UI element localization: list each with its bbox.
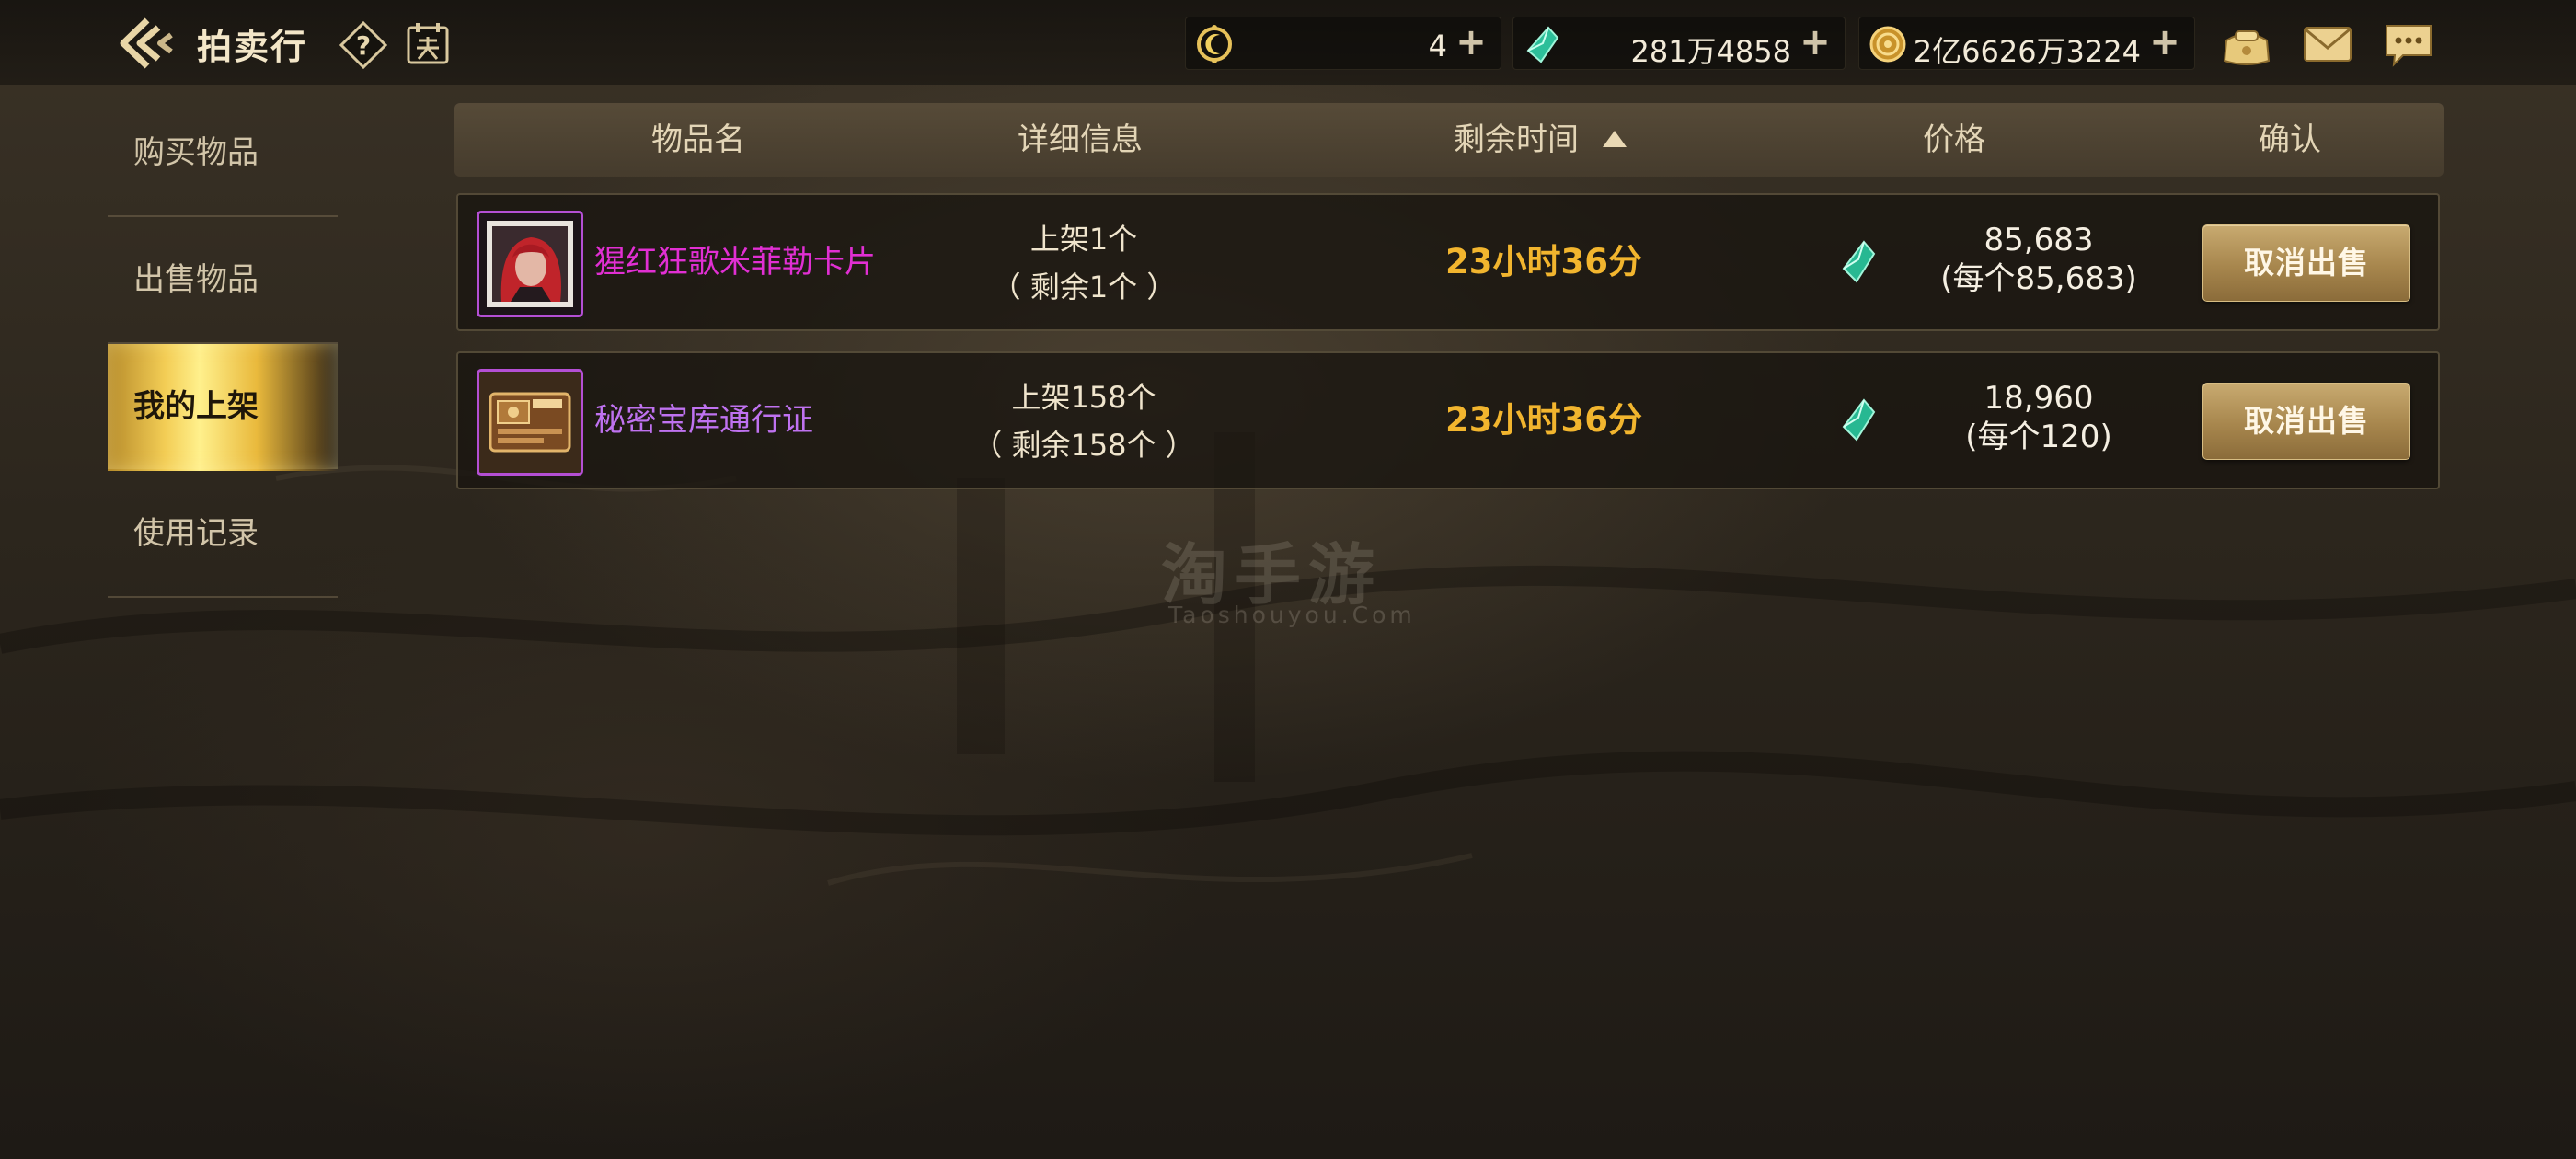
side-nav: 购买物品 出售物品 我的上架 使用记录	[108, 90, 338, 598]
help-button[interactable]: ?	[339, 20, 388, 70]
currency-gem: 281万4858 +	[1512, 17, 1846, 70]
total-price: 85,683	[1984, 222, 2094, 258]
listing-detail: 上架1个 （ 剩余1个 ）	[900, 215, 1268, 311]
green-gem-icon	[1842, 240, 1876, 283]
item-card-thumbnail[interactable]	[477, 211, 583, 317]
item-name: 秘密宝库通行证	[594, 402, 813, 439]
listing-price: 18,960 (每个120)	[1882, 379, 2195, 456]
column-remaining-time[interactable]: 剩余时间	[1338, 103, 1742, 177]
sort-ascending-icon	[1603, 130, 1627, 147]
listing-row: 秘密宝库通行证 上架158个 （ 剩余158个 ） 23小时36分 18,960…	[456, 351, 2440, 489]
currency-gem-value: 281万4858	[1630, 34, 1791, 69]
listing-price: 85,683 (每个85,683)	[1882, 221, 2195, 298]
back-button[interactable]	[120, 17, 178, 70]
cancel-sale-button[interactable]: 取消出售	[2202, 383, 2410, 460]
currency-token: 4 +	[1185, 17, 1501, 70]
page-title: 拍卖行	[197, 27, 308, 67]
crescent-token-icon	[1197, 25, 1232, 63]
nav-usage-history[interactable]: 使用记录	[108, 471, 338, 598]
item-name: 猩红狂歌米菲勒卡片	[594, 244, 876, 281]
listing-row: 猩红狂歌米菲勒卡片 上架1个 （ 剩余1个 ） 23小时36分 85,683 (…	[456, 193, 2440, 331]
green-gem-icon	[1842, 398, 1876, 442]
table-header: 物品名 详细信息 剩余时间 价格 确认	[454, 103, 2444, 177]
listing-remaining: （ 剩余1个 ）	[991, 270, 1177, 304]
add-token-button[interactable]: +	[1453, 24, 1489, 62]
nav-my-listings[interactable]: 我的上架	[108, 344, 338, 471]
mail-button[interactable]	[2300, 18, 2355, 70]
character-portrait-icon	[479, 213, 581, 315]
chat-bubble-icon	[2386, 25, 2432, 67]
add-gold-button[interactable]: +	[2146, 24, 2183, 62]
unit-price: (每个85,683)	[1940, 260, 2137, 297]
total-price: 18,960	[1984, 380, 2094, 417]
listing-detail: 上架158个 （ 剩余158个 ）	[900, 373, 1268, 469]
column-confirm: 确认	[2259, 121, 2321, 158]
add-gem-button[interactable]: +	[1797, 24, 1834, 62]
chat-button[interactable]	[2381, 18, 2436, 70]
unit-price: (每个120)	[1965, 419, 2112, 455]
currency-token-value: 4	[1428, 29, 1447, 63]
listing-quantity: 上架158个	[1011, 380, 1156, 415]
nav-buy-items[interactable]: 购买物品	[108, 90, 338, 217]
coin-purse-icon	[2223, 30, 2271, 65]
vault-pass-ticket-icon	[479, 372, 581, 473]
green-gem-icon	[1526, 26, 1559, 63]
currency-gold-value: 2亿6626万3224	[1913, 34, 2141, 69]
svg-text:?: ?	[356, 30, 371, 61]
column-detail[interactable]: 详细信息	[896, 103, 1264, 177]
column-item-name[interactable]: 物品名	[528, 103, 868, 177]
watermark-url: Taoshouyou.Com	[1168, 602, 1416, 628]
remaining-time: 23小时36分	[1445, 242, 1642, 281]
back-arrow-icon	[120, 17, 173, 69]
column-price[interactable]: 价格	[1761, 103, 2147, 177]
cancel-sale-button[interactable]: 取消出售	[2202, 224, 2410, 302]
remaining-time: 23小时36分	[1445, 400, 1642, 440]
wallet-button[interactable]	[2219, 18, 2274, 70]
currency-gold: 2亿6626万3224 +	[1858, 17, 2195, 70]
nav-sell-items[interactable]: 出售物品	[108, 217, 338, 344]
gold-coin-icon	[1869, 26, 1906, 63]
calendar-button[interactable]	[405, 20, 451, 66]
listing-remaining: （ 剩余158个 ）	[972, 428, 1195, 463]
question-mark-icon: ?	[339, 20, 388, 70]
calendar-icon	[407, 23, 449, 64]
top-bar: 拍卖行 ? 4 + 281万4858 + 2亿6626万3224 +	[0, 0, 2576, 85]
column-remaining-time-label: 剩余时间	[1454, 121, 1579, 158]
mail-icon	[2304, 27, 2352, 62]
listing-quantity: 上架1个	[1029, 222, 1138, 257]
item-ticket-thumbnail[interactable]	[477, 369, 583, 476]
